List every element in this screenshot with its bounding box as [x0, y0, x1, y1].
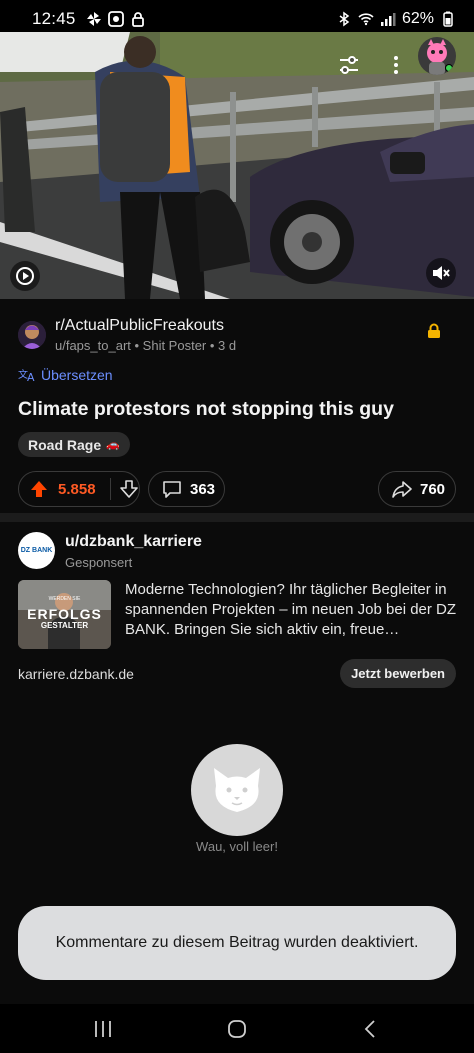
subreddit-name[interactable]: r/ActualPublicFreakouts [55, 317, 236, 335]
downvote-icon[interactable] [119, 479, 139, 499]
comment-count: 363 [190, 480, 216, 498]
sliders-icon [340, 56, 358, 74]
cat-face-icon [214, 768, 260, 812]
battery-percent: 62% [401, 10, 434, 27]
notification-icons [86, 11, 146, 27]
ad-domain[interactable]: karriere.dzbank.de [18, 666, 134, 682]
translate-link[interactable]: 文A Übersetzen [18, 367, 113, 383]
ad-thumb-headline-2: GESTALTER [40, 621, 89, 630]
muted-speaker-icon [433, 266, 450, 280]
app-notification-icon [107, 11, 124, 27]
more-vertical-icon [394, 56, 398, 74]
post-flair[interactable]: Road Rage 🚗 [18, 432, 130, 457]
sponsored-ad[interactable]: DZ BANK u/dzbank_karriere Gesponsert WER… [0, 522, 474, 699]
post-title[interactable]: Climate protestors not stopping this guy [18, 398, 394, 421]
ad-thumb-small-text: WERDEN SIE [48, 596, 81, 602]
post-header: r/ActualPublicFreakouts u/faps_to_art • … [18, 317, 236, 353]
comments-disabled-toast: Kommentare zu diesem Beitrag wurden deak… [18, 906, 456, 980]
post-card: r/ActualPublicFreakouts u/faps_to_art • … [0, 299, 474, 513]
back-button[interactable] [355, 1014, 385, 1044]
video-settings-button[interactable] [334, 50, 364, 80]
ad-thumbnail[interactable]: WERDEN SIE ERFOLGS GESTALTER [18, 580, 111, 649]
system-navigation-bar [0, 1004, 474, 1053]
translate-icon: 文A [18, 368, 35, 382]
post-age: 3 d [218, 338, 237, 353]
comment-icon [163, 481, 181, 498]
user-avatar-button[interactable] [418, 37, 456, 75]
post-author[interactable]: u/faps_to_art [55, 338, 131, 353]
advertiser-name[interactable]: u/dzbank_karriere [65, 533, 202, 551]
share-count: 760 [420, 480, 446, 498]
status-time: 12:45 [32, 9, 76, 28]
recent-apps-icon [95, 1021, 111, 1037]
author-flair: Shit Poster [142, 338, 207, 353]
apply-now-button[interactable]: Jetzt bewerben [340, 659, 456, 688]
battery-icon [443, 11, 453, 27]
back-chevron-icon [364, 1020, 375, 1038]
video-player[interactable] [0, 32, 474, 299]
home-button[interactable] [222, 1014, 252, 1044]
svg-text:A: A [27, 371, 35, 382]
video-autoplay-button[interactable] [10, 261, 40, 291]
dz-bank-logo: DZ BANK [20, 547, 53, 554]
wifi-icon [358, 13, 374, 26]
vote-control: 5.858 [18, 471, 140, 507]
advertiser-avatar[interactable]: DZ BANK [18, 532, 55, 569]
comments-button[interactable]: 363 [148, 471, 225, 507]
locked-post-icon [428, 323, 440, 338]
lock-notification-icon [131, 12, 144, 27]
system-icons: 62% [336, 10, 456, 28]
ad-thumb-headline: ERFOLGS GESTALTER [18, 606, 111, 630]
empty-state-illustration [191, 744, 283, 836]
sponsored-label: Gesponsert [65, 555, 133, 570]
signal-icon [380, 13, 396, 26]
online-status-dot [445, 64, 453, 72]
post-actions: 5.858 363 760 [18, 471, 456, 507]
more-options-button[interactable] [381, 50, 411, 80]
subreddit-avatar-icon [18, 321, 46, 349]
bluetooth-icon [339, 11, 350, 27]
recent-apps-button[interactable] [88, 1014, 118, 1044]
empty-state-text: Wau, voll leer! [196, 839, 278, 854]
play-circle-icon [16, 267, 34, 285]
ad-body[interactable]: Moderne Technologien? Ihr täglicher Begl… [125, 580, 458, 640]
upvote-count: 5.858 [58, 480, 96, 498]
upvote-icon[interactable] [29, 479, 49, 499]
post-meta: u/faps_to_art • Shit Poster • 3 d [55, 338, 237, 353]
share-button[interactable]: 760 [378, 471, 456, 507]
subreddit-avatar[interactable] [18, 321, 46, 349]
ad-thumb-headline-1: ERFOLGS [27, 606, 102, 622]
pinwheel-icon [86, 12, 101, 26]
post-flair-label: Road Rage [28, 436, 102, 453]
car-icon: 🚗 [106, 439, 120, 451]
mute-button[interactable] [426, 258, 456, 288]
home-icon [228, 1020, 246, 1038]
vote-divider [109, 478, 111, 500]
share-icon [392, 481, 412, 498]
translate-label: Übersetzen [41, 367, 113, 383]
feed-divider [0, 513, 474, 522]
